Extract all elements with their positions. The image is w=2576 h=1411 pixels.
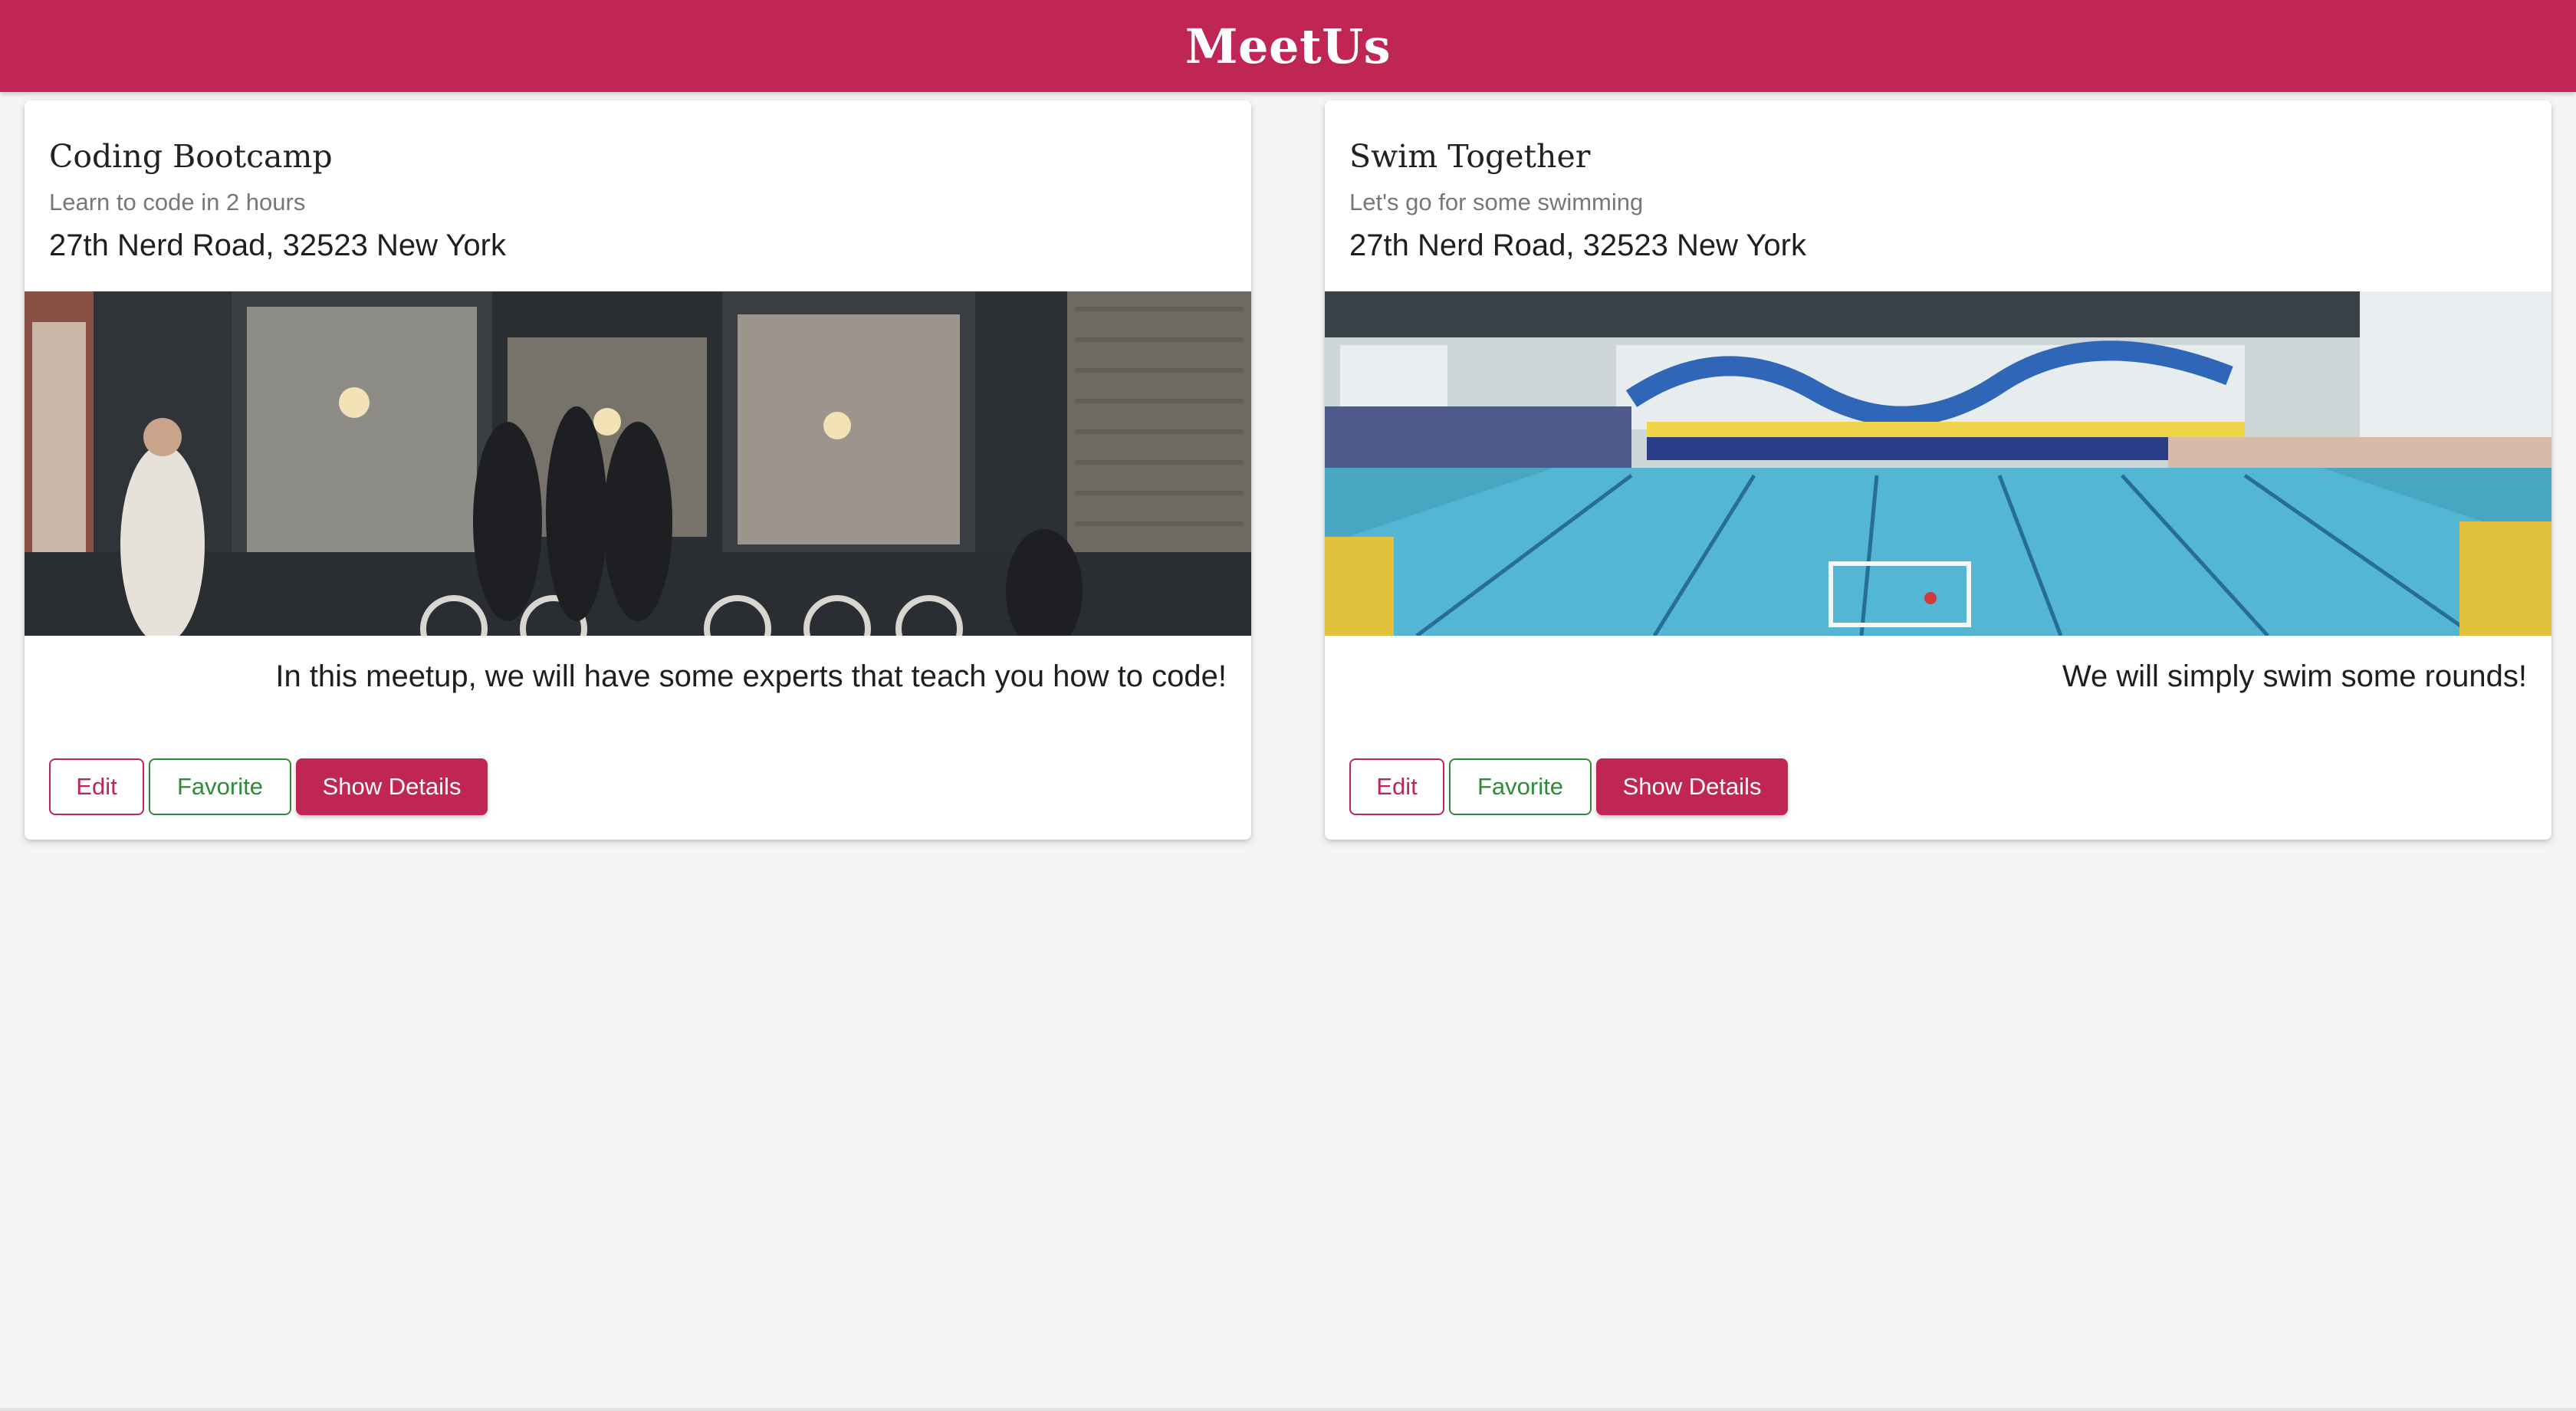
card-actions: Edit Favorite Show Details	[49, 758, 488, 815]
meetup-subtitle: Learn to code in 2 hours	[49, 189, 306, 215]
meetup-address: 27th Nerd Road, 32523 New York	[1349, 229, 1806, 262]
meetup-description: In this meetup, we will have some expert…	[275, 659, 1227, 693]
meetup-address: 27th Nerd Road, 32523 New York	[49, 229, 506, 262]
meetup-title: Swim Together	[1349, 138, 1591, 175]
meetup-subtitle: Let's go for some swimming	[1349, 189, 1644, 215]
favorite-button[interactable]: Favorite	[149, 758, 291, 815]
edit-button[interactable]: Edit	[1349, 758, 1444, 815]
page-bottom-divider	[0, 1408, 2576, 1411]
show-details-button[interactable]: Show Details	[1596, 758, 1788, 815]
edit-button[interactable]: Edit	[49, 758, 144, 815]
meetup-description: We will simply swim some rounds!	[2062, 659, 2527, 693]
meetup-card: Swim Together Let's go for some swimming…	[1325, 100, 2551, 840]
meetup-image	[1325, 291, 2551, 636]
show-details-button[interactable]: Show Details	[296, 758, 488, 815]
meetup-card: Coding Bootcamp Learn to code in 2 hours…	[25, 100, 1251, 840]
card-header: Coding Bootcamp Learn to code in 2 hours…	[49, 135, 1227, 265]
meetup-image	[25, 291, 1251, 636]
app-toolbar: MeetUs	[0, 0, 2576, 92]
meetup-title: Coding Bootcamp	[49, 138, 333, 175]
card-actions: Edit Favorite Show Details	[1349, 758, 1788, 815]
favorite-button[interactable]: Favorite	[1449, 758, 1592, 815]
app-title: MeetUs	[1184, 18, 1392, 74]
card-header: Swim Together Let's go for some swimming…	[1349, 135, 2527, 265]
